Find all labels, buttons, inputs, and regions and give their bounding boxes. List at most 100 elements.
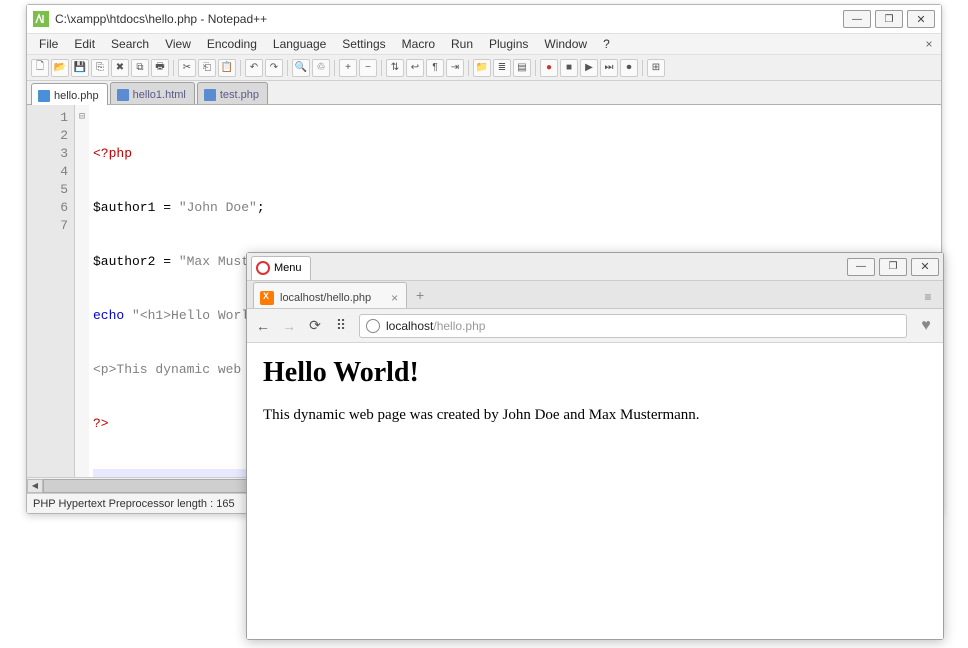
site-info-icon[interactable] <box>366 319 380 333</box>
toolbar-new-icon[interactable]: 🗋 <box>31 59 49 77</box>
page-heading: Hello World! <box>263 357 927 389</box>
maximize-button[interactable]: ❐ <box>875 10 903 28</box>
toolbar-print-icon[interactable]: 🖶 <box>151 59 169 77</box>
minimize-button[interactable]: — <box>843 10 871 28</box>
file-tabs: hello.php hello1.html test.php <box>27 81 941 105</box>
menu-view[interactable]: View <box>157 35 199 53</box>
bookmark-button[interactable]: ♥ <box>917 317 935 335</box>
toolbar-replace-icon[interactable]: ♲ <box>312 59 330 77</box>
toolbar-zoomout-icon[interactable]: − <box>359 59 377 77</box>
toolbar-separator <box>535 60 536 76</box>
url-host: localhost <box>386 319 433 333</box>
toolbar-redo-icon[interactable]: ↷ <box>265 59 283 77</box>
menu-help[interactable]: ? <box>595 35 618 53</box>
toolbar-docmap-icon[interactable]: ▤ <box>513 59 531 77</box>
code-token: $author2 <box>93 254 155 269</box>
toolbar-playmulti-icon[interactable]: ⏭ <box>600 59 618 77</box>
menubar-close-icon[interactable]: × <box>921 37 937 51</box>
toolbar-indent-icon[interactable]: ⇥ <box>446 59 464 77</box>
xampp-icon <box>260 291 274 305</box>
menu-window[interactable]: Window <box>536 35 595 53</box>
tab-menu-icon[interactable]: ≡ <box>919 290 937 304</box>
toolbar-record-icon[interactable]: ● <box>540 59 558 77</box>
address-bar[interactable]: localhost/hello.php <box>359 314 907 338</box>
menu-edit[interactable]: Edit <box>66 35 103 53</box>
opera-menu-button[interactable]: Menu <box>251 256 311 280</box>
toolbar-separator <box>642 60 643 76</box>
status-text: PHP Hypertext Preprocessor length : 165 <box>33 498 235 510</box>
toolbar-open-icon[interactable]: 📂 <box>51 59 69 77</box>
toolbar-closeall-icon[interactable]: ⧉ <box>131 59 149 77</box>
fold-toggle-icon[interactable]: ⊟ <box>75 109 89 127</box>
toolbar-separator <box>173 60 174 76</box>
fold-column[interactable]: ⊟ <box>75 105 89 477</box>
menu-settings[interactable]: Settings <box>334 35 393 53</box>
toolbar-separator <box>334 60 335 76</box>
file-icon <box>38 90 50 102</box>
toolbar-folder-icon[interactable]: 📁 <box>473 59 491 77</box>
browser-window: Menu — ❐ ✕ localhost/hello.php × + ≡ ← →… <box>246 252 944 640</box>
minimize-button[interactable]: — <box>847 258 875 276</box>
maximize-button[interactable]: ❐ <box>879 258 907 276</box>
toolbar-sync-icon[interactable]: ⇅ <box>386 59 404 77</box>
menubar: File Edit Search View Encoding Language … <box>27 33 941 55</box>
code-token: $author1 <box>93 200 155 215</box>
toolbar-close-icon[interactable]: ✖ <box>111 59 129 77</box>
page-content: Hello World! This dynamic web page was c… <box>247 343 943 639</box>
menu-language[interactable]: Language <box>265 35 334 53</box>
toolbar-find-icon[interactable]: 🔍 <box>292 59 310 77</box>
toolbar-wrap-icon[interactable]: ↩ <box>406 59 424 77</box>
app-icon <box>33 11 49 27</box>
toolbar-separator <box>381 60 382 76</box>
toolbar-save-icon[interactable]: 💾 <box>71 59 89 77</box>
toolbar-play-icon[interactable]: ▶ <box>580 59 598 77</box>
toolbar-misc-icon[interactable]: ⊞ <box>647 59 665 77</box>
tab-label: hello.php <box>54 90 99 102</box>
toolbar-undo-icon[interactable]: ↶ <box>245 59 263 77</box>
menu-encoding[interactable]: Encoding <box>199 35 265 53</box>
url-path: /hello.php <box>433 319 485 333</box>
tab-close-icon[interactable]: × <box>391 291 398 305</box>
tab-test-php[interactable]: test.php <box>197 82 268 104</box>
toolbar-paste-icon[interactable]: 📋 <box>218 59 236 77</box>
window-title: C:\xampp\htdocs\hello.php - Notepad++ <box>55 12 843 26</box>
tab-hello1-html[interactable]: hello1.html <box>110 82 195 104</box>
toolbar-zoomin-icon[interactable]: + <box>339 59 357 77</box>
toolbar-stop-icon[interactable]: ■ <box>560 59 578 77</box>
toolbar: 🗋 📂 💾 ⎘ ✖ ⧉ 🖶 ✂ ⎗ 📋 ↶ ↷ 🔍 ♲ + − ⇅ ↩ ¶ ⇥ … <box>27 55 941 81</box>
new-tab-button[interactable]: + <box>411 286 429 304</box>
menu-file[interactable]: File <box>31 35 66 53</box>
window-controls: — ❐ ✕ <box>843 10 935 28</box>
toolbar-funclist-icon[interactable]: ≣ <box>493 59 511 77</box>
code-token: <?php <box>93 146 132 161</box>
toolbar-copy-icon[interactable]: ⎗ <box>198 59 216 77</box>
tab-label: test.php <box>220 89 259 101</box>
tab-label: localhost/hello.php <box>280 292 371 304</box>
menu-plugins[interactable]: Plugins <box>481 35 536 53</box>
toolbar-cut-icon[interactable]: ✂ <box>178 59 196 77</box>
menu-search[interactable]: Search <box>103 35 157 53</box>
scroll-left-icon[interactable]: ◀ <box>27 479 43 493</box>
menu-macro[interactable]: Macro <box>394 35 443 53</box>
back-button[interactable]: ← <box>255 318 271 334</box>
code-token: echo <box>93 308 124 323</box>
close-button[interactable]: ✕ <box>911 258 939 276</box>
tab-hello-php[interactable]: hello.php <box>31 83 108 105</box>
toolbar-separator <box>468 60 469 76</box>
toolbar-allchars-icon[interactable]: ¶ <box>426 59 444 77</box>
file-icon <box>204 89 216 101</box>
tab-localhost-hello[interactable]: localhost/hello.php × <box>253 282 407 308</box>
npp-titlebar[interactable]: C:\xampp\htdocs\hello.php - Notepad++ — … <box>27 5 941 33</box>
forward-button[interactable]: → <box>281 318 297 334</box>
speed-dial-button[interactable]: ⠿ <box>333 318 349 334</box>
browser-tabs: localhost/hello.php × + ≡ <box>247 281 943 309</box>
opera-icon <box>256 261 270 275</box>
window-controls: — ❐ ✕ <box>847 258 939 276</box>
line-gutter: 1234567 <box>27 105 75 477</box>
close-button[interactable]: ✕ <box>907 10 935 28</box>
menu-run[interactable]: Run <box>443 35 481 53</box>
browser-titlebar[interactable]: Menu — ❐ ✕ <box>247 253 943 281</box>
toolbar-saveall-icon[interactable]: ⎘ <box>91 59 109 77</box>
reload-button[interactable]: ⟳ <box>307 318 323 334</box>
toolbar-savemacro-icon[interactable]: ⏺ <box>620 59 638 77</box>
